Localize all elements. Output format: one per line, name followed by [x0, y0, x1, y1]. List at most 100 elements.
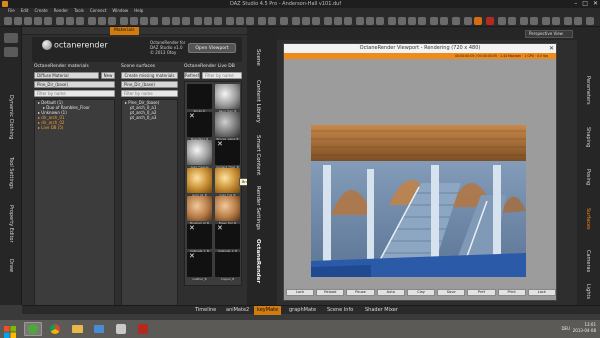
toolbar-tool-icon[interactable] [162, 17, 170, 25]
toolbar-tool-icon[interactable] [302, 17, 310, 25]
toolbar-tool-icon[interactable] [508, 17, 516, 25]
material-thumbnail[interactable]: ✕ Cabinets_2_B [215, 224, 240, 253]
material-thumbnail[interactable]: ✕ MetalTex1_B [187, 112, 212, 141]
material-thumbnail[interactable]: Brushed_Al_B [187, 196, 212, 225]
toolbar-tool-icon[interactable] [464, 17, 472, 25]
toolbar-tool-icon[interactable] [56, 17, 64, 25]
perspective-view-select[interactable]: Perspective View [525, 30, 573, 38]
material-thumbnail[interactable]: Gold_Full_B [215, 168, 240, 197]
taskbar-app5-icon[interactable] [134, 322, 152, 336]
toolbar-tool-icon[interactable] [140, 17, 148, 25]
tab-tool-settings[interactable]: Tool Settings [3, 153, 19, 193]
surface-list-item[interactable]: pt_arch_0_a3 [122, 115, 177, 120]
toolbar-tool-icon[interactable] [542, 17, 550, 25]
toolbar-tool-icon[interactable] [268, 17, 276, 25]
viewport-button[interactable]: Auto [376, 289, 405, 296]
toolbar-tool-icon[interactable] [312, 17, 320, 25]
tab-dynamic-clothing[interactable]: Dynamic Clothing [3, 87, 19, 147]
taskbar-chrome-icon[interactable] [46, 322, 64, 336]
material-type-select[interactable]: Diffuse Material [34, 72, 99, 79]
pane-options-icon[interactable] [4, 47, 18, 57]
toolbar-tool-icon[interactable] [24, 17, 32, 25]
tab-scene[interactable]: Scene [250, 45, 266, 69]
rendered-image[interactable] [311, 125, 526, 277]
taskbar-app3-icon[interactable] [90, 322, 108, 336]
toolbar-tool-icon[interactable] [552, 17, 560, 25]
viewport-button[interactable]: Clay [406, 289, 436, 296]
tab-render-settings[interactable]: Render Settings [250, 183, 266, 233]
pane-menu-icon[interactable] [4, 33, 18, 43]
toolbar-tool-icon[interactable] [66, 17, 74, 25]
viewport-button[interactable]: Pause [346, 289, 375, 296]
tab-animate2[interactable]: aniMate2 [223, 306, 252, 315]
toolbar-tool-icon[interactable] [280, 17, 288, 25]
material-thumbnail[interactable]: Brass_Full_B [215, 196, 240, 225]
toolbar-tool-icon[interactable] [344, 17, 352, 25]
surface-select[interactable]: Pine_Dir_(base) [121, 81, 178, 88]
toolbar-tool-icon[interactable] [236, 17, 244, 25]
maximize-icon[interactable]: □ [582, 0, 588, 8]
toolbar-tool-icon[interactable] [408, 17, 416, 25]
toolbar-tool-icon[interactable] [14, 17, 22, 25]
tab-graphmate[interactable]: graphMate [286, 306, 319, 315]
tab-shader-mixer[interactable]: Shader Mixer [362, 306, 401, 315]
tab-content-library[interactable]: Content Library [250, 75, 266, 127]
new-material-button[interactable]: New [101, 72, 115, 79]
tab-property-editor[interactable]: Property Editor [3, 199, 19, 249]
toolbar-tool-icon[interactable] [182, 17, 190, 25]
tab-timeline[interactable]: Timeline [192, 306, 219, 315]
toolbar-tool-icon[interactable] [34, 17, 42, 25]
windows-start-icon[interactable] [4, 323, 16, 338]
system-clock[interactable]: 13:01 2013-04-08 [573, 322, 596, 334]
toolbar-tool-icon[interactable] [246, 17, 254, 25]
toolbar-tool-icon[interactable] [366, 17, 374, 25]
tab-shaping[interactable]: Shaping [580, 119, 596, 155]
viewport-button[interactable]: Save [437, 289, 466, 296]
toolbar-tool-icon[interactable] [130, 17, 138, 25]
material-thumbnail[interactable]: Gold_Fresnel [187, 140, 212, 169]
viewport-button[interactable]: Reload [316, 289, 345, 296]
toolbar-tool-icon[interactable] [398, 17, 406, 25]
tab-cameras[interactable]: Cameras [580, 243, 596, 279]
viewport-button[interactable]: Pref [467, 289, 496, 296]
toolbar-tool-icon[interactable] [324, 17, 332, 25]
toolbar-tool-icon[interactable] [4, 17, 12, 25]
toolbar-tool-icon[interactable] [204, 17, 212, 25]
viewport-button[interactable]: Lock [527, 289, 556, 296]
material-thumbnail[interactable]: ✕ Leather_B [187, 252, 212, 281]
toolbar-tool-icon[interactable] [530, 17, 538, 25]
toolbar-tool-icon[interactable] [44, 17, 52, 25]
material-thumbnail[interactable]: Rocks_D [187, 84, 212, 113]
toolbar-tool-icon[interactable] [430, 17, 438, 25]
tab-smart-content[interactable]: Smart Content [250, 133, 266, 177]
toolbar-tool-icon[interactable] [486, 17, 494, 25]
toolbar-tool-icon[interactable] [564, 17, 572, 25]
toolbar-tool-icon[interactable] [498, 17, 506, 25]
toolbar-tool-icon[interactable] [418, 17, 426, 25]
toolbar-tool-icon[interactable] [520, 17, 528, 25]
tab-octanerender[interactable]: OctaneRender [250, 239, 266, 283]
toolbar-tool-icon[interactable] [108, 17, 116, 25]
toolbar-tool-icon[interactable] [120, 17, 128, 25]
close-icon[interactable]: ✕ [593, 0, 598, 8]
toolbar-tool-icon[interactable] [474, 17, 482, 25]
material-thumbnail[interactable]: Gold_01_B [187, 168, 212, 197]
material-thumbnail[interactable]: ✕ Cabinets_1_B [187, 224, 212, 253]
close-icon[interactable]: ✕ [549, 44, 554, 53]
material-thumbnail[interactable]: Copper_B [215, 252, 240, 281]
viewport-button[interactable]: Print [497, 289, 526, 296]
toolbar-tool-icon[interactable] [586, 17, 594, 25]
tab-posing[interactable]: Posing [580, 159, 596, 195]
tab-materials[interactable]: Materials [110, 27, 139, 35]
material-thumbnail[interactable]: Bronze_Gloss_B [215, 112, 240, 141]
toolbar-tool-icon[interactable] [88, 17, 96, 25]
minimize-icon[interactable]: – [574, 0, 577, 8]
toolbar-tool-icon[interactable] [226, 17, 234, 25]
toolbar-tool-icon[interactable] [292, 17, 300, 25]
material-name-select[interactable]: Pine_Dir_(base) [34, 81, 115, 88]
taskbar-daz-icon[interactable] [24, 322, 42, 336]
materials-filter-input[interactable]: Filter by name [34, 90, 115, 97]
viewport-button[interactable]: Lock [286, 289, 315, 296]
toolbar-tool-icon[interactable] [452, 17, 460, 25]
open-viewport-button[interactable]: Open Viewport [188, 43, 236, 53]
